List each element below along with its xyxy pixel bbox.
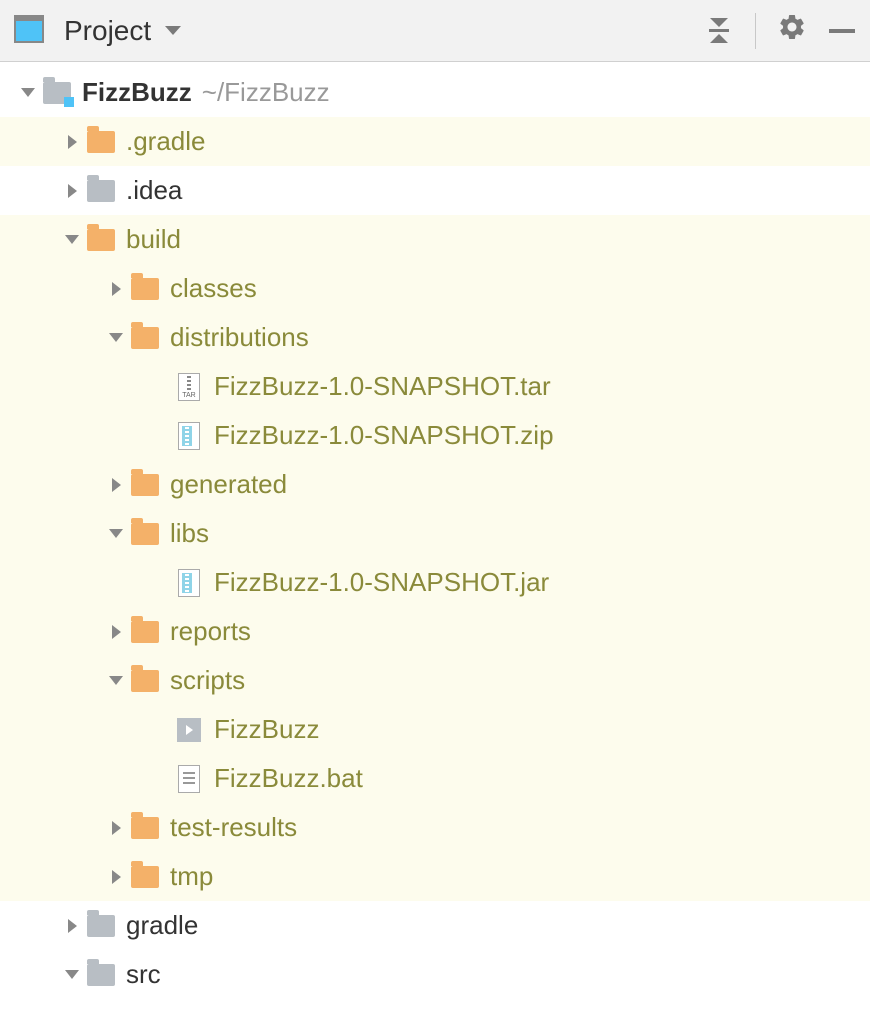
project-window-icon	[14, 16, 44, 46]
folder-orange-icon	[130, 274, 160, 304]
project-toolbar: Project	[0, 0, 870, 62]
folder-orange-icon	[130, 323, 160, 353]
tree-node[interactable]: TAR FizzBuzz-1.0-SNAPSHOT.tar	[0, 362, 870, 411]
tree-node[interactable]: FizzBuzz ~/FizzBuzz	[0, 68, 870, 117]
folder-orange-icon	[86, 225, 116, 255]
toolbar-left: Project	[14, 15, 705, 47]
tree-node[interactable]: FizzBuzz	[0, 705, 870, 754]
chevron-right-icon[interactable]	[102, 478, 130, 492]
folder-gray-icon	[86, 960, 116, 990]
node-label: src	[126, 959, 161, 990]
chevron-right-icon[interactable]	[58, 919, 86, 933]
node-label: .gradle	[126, 126, 206, 157]
zip-icon	[174, 421, 204, 451]
toolbar-divider	[755, 13, 756, 49]
chevron-right-icon[interactable]	[102, 625, 130, 639]
tree-node[interactable]: FizzBuzz.bat	[0, 754, 870, 803]
node-label: generated	[170, 469, 287, 500]
node-label: reports	[170, 616, 251, 647]
collapse-all-icon	[709, 18, 729, 43]
collapse-all-button[interactable]	[705, 17, 733, 45]
folder-gray-icon	[86, 176, 116, 206]
node-label: libs	[170, 518, 209, 549]
tree-node[interactable]: FizzBuzz-1.0-SNAPSHOT.jar	[0, 558, 870, 607]
node-path: ~/FizzBuzz	[202, 77, 330, 108]
tree-node[interactable]: src	[0, 950, 870, 999]
minimize-icon	[829, 29, 855, 33]
tree-node[interactable]: distributions	[0, 313, 870, 362]
chevron-right-icon[interactable]	[58, 135, 86, 149]
module-icon	[42, 78, 72, 108]
tree-node[interactable]: libs	[0, 509, 870, 558]
folder-orange-icon	[130, 813, 160, 843]
tree-node[interactable]: .gradle	[0, 117, 870, 166]
node-label: classes	[170, 273, 257, 304]
tree-node[interactable]: gradle	[0, 901, 870, 950]
chevron-right-icon[interactable]	[102, 870, 130, 884]
folder-orange-icon	[130, 470, 160, 500]
chevron-down-icon[interactable]	[58, 970, 86, 979]
chevron-down-icon[interactable]	[102, 333, 130, 342]
folder-orange-icon	[130, 519, 160, 549]
node-label: scripts	[170, 665, 245, 696]
tar-icon: TAR	[174, 372, 204, 402]
tree-node[interactable]: generated	[0, 460, 870, 509]
node-label: FizzBuzz-1.0-SNAPSHOT.jar	[214, 567, 549, 598]
node-label: FizzBuzz-1.0-SNAPSHOT.tar	[214, 371, 551, 402]
chevron-right-icon[interactable]	[102, 821, 130, 835]
tree-node[interactable]: FizzBuzz-1.0-SNAPSHOT.zip	[0, 411, 870, 460]
chevron-down-icon[interactable]	[102, 676, 130, 685]
chevron-down-icon[interactable]	[102, 529, 130, 538]
gear-icon	[777, 12, 807, 49]
hide-button[interactable]	[828, 17, 856, 45]
project-tree: FizzBuzz ~/FizzBuzz .gradle .idea build class…	[0, 62, 870, 999]
node-label: tmp	[170, 861, 213, 892]
folder-orange-icon	[130, 617, 160, 647]
node-label: gradle	[126, 910, 198, 941]
text-icon	[174, 764, 204, 794]
node-label: FizzBuzz.bat	[214, 763, 363, 794]
node-label: .idea	[126, 175, 182, 206]
folder-orange-icon	[86, 127, 116, 157]
chevron-right-icon[interactable]	[58, 184, 86, 198]
node-label: build	[126, 224, 181, 255]
folder-orange-icon	[130, 666, 160, 696]
folder-orange-icon	[130, 862, 160, 892]
tree-node[interactable]: build	[0, 215, 870, 264]
node-label: test-results	[170, 812, 297, 843]
tree-node[interactable]: tmp	[0, 852, 870, 901]
toolbar-title: Project	[64, 15, 151, 47]
folder-gray-icon	[86, 911, 116, 941]
zip-icon	[174, 568, 204, 598]
chevron-down-icon[interactable]	[14, 88, 42, 97]
tree-node[interactable]: classes	[0, 264, 870, 313]
chevron-right-icon[interactable]	[102, 282, 130, 296]
chevron-down-icon[interactable]	[58, 235, 86, 244]
tree-node[interactable]: test-results	[0, 803, 870, 852]
node-label: distributions	[170, 322, 309, 353]
node-label: FizzBuzz-1.0-SNAPSHOT.zip	[214, 420, 554, 451]
toolbar-right	[705, 13, 856, 49]
view-dropdown-icon[interactable]	[165, 26, 181, 35]
node-label: FizzBuzz	[214, 714, 319, 745]
script-icon	[174, 715, 204, 745]
settings-button[interactable]	[778, 17, 806, 45]
node-label: FizzBuzz	[82, 77, 192, 108]
tree-node[interactable]: scripts	[0, 656, 870, 705]
tree-node[interactable]: .idea	[0, 166, 870, 215]
tree-node[interactable]: reports	[0, 607, 870, 656]
